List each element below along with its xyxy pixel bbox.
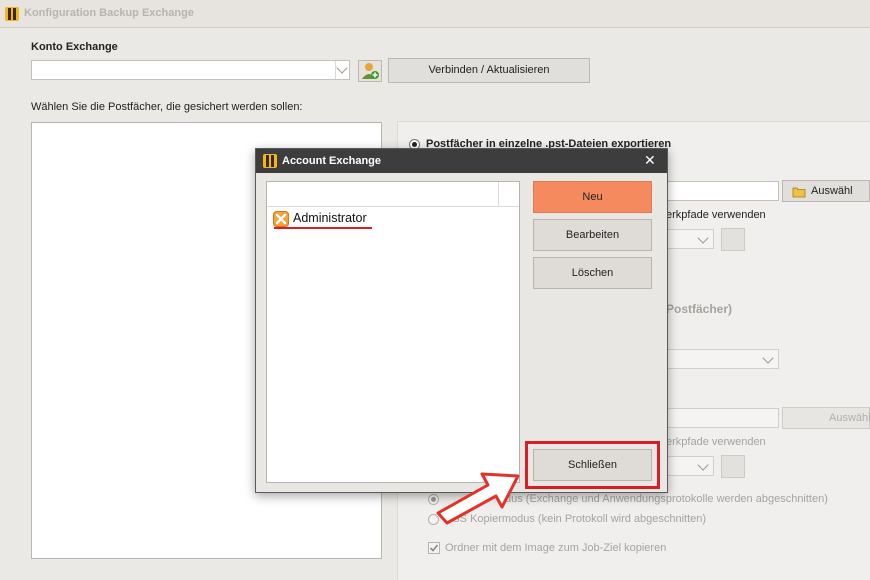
section-combo[interactable]: [666, 349, 779, 369]
connect-button[interactable]: Verbinden / Aktualisieren: [388, 58, 590, 83]
column-divider: [498, 182, 499, 207]
dialog-titlebar: Account Exchange ✕: [256, 149, 667, 173]
network-settings-button[interactable]: [721, 228, 745, 251]
pointer-arrow-icon: [430, 455, 530, 525]
browse-button-label: Auswähl: [811, 185, 853, 197]
copy-folder-checkbox[interactable]: [428, 542, 440, 554]
mailbox-label: Wählen Sie die Postfächer, die gesichert…: [31, 101, 303, 113]
account-list[interactable]: Administrator: [266, 181, 520, 483]
browse-button[interactable]: Auswähl: [782, 180, 870, 202]
network-settings-button-2[interactable]: [721, 455, 745, 478]
account-list-header: [267, 182, 519, 207]
export-path-field-2[interactable]: [666, 408, 779, 428]
dialog-logo-icon: [262, 153, 278, 169]
account-label: Konto Exchange: [31, 41, 118, 53]
mode-option-1-label: dus (Exchange und Anwendungsprotokolle w…: [505, 493, 828, 505]
account-icon: [273, 211, 289, 227]
app-logo-icon: [4, 6, 20, 22]
new-button[interactable]: Neu: [533, 181, 652, 213]
window-title: Konfiguration Backup Exchange: [24, 7, 194, 19]
network-combo-2[interactable]: [666, 456, 714, 476]
check-icon: [429, 544, 439, 552]
network-paths-label-2: erkpfade verwenden: [666, 436, 766, 448]
window-titlebar: Konfiguration Backup Exchange: [0, 0, 870, 28]
add-user-icon: [362, 63, 379, 79]
add-user-button[interactable]: [358, 60, 382, 82]
section-label: Postfächer): [666, 302, 733, 316]
dialog-title: Account Exchange: [282, 155, 382, 167]
account-exchange-dialog: Account Exchange ✕ Administrator Neu Bea…: [255, 148, 668, 493]
account-list-item[interactable]: Administrator: [273, 209, 373, 229]
browse-button-2[interactable]: Auswähl: [782, 407, 870, 429]
account-underline: [274, 227, 372, 229]
close-button[interactable]: Schließen: [533, 449, 652, 481]
edit-button[interactable]: Bearbeiten: [533, 219, 652, 251]
account-name: Administrator: [293, 211, 367, 225]
copy-folder-label: Ordner mit dem Image zum Job-Ziel kopier…: [445, 542, 667, 554]
delete-button[interactable]: Löschen: [533, 257, 652, 289]
folder-icon: [792, 185, 806, 205]
network-paths-label: erkpfade verwenden: [666, 209, 766, 221]
account-combo[interactable]: [31, 60, 350, 80]
network-combo[interactable]: [666, 229, 714, 249]
close-icon[interactable]: ✕: [644, 152, 656, 169]
chevron-down-icon[interactable]: [335, 61, 350, 79]
export-path-field[interactable]: [666, 181, 779, 201]
